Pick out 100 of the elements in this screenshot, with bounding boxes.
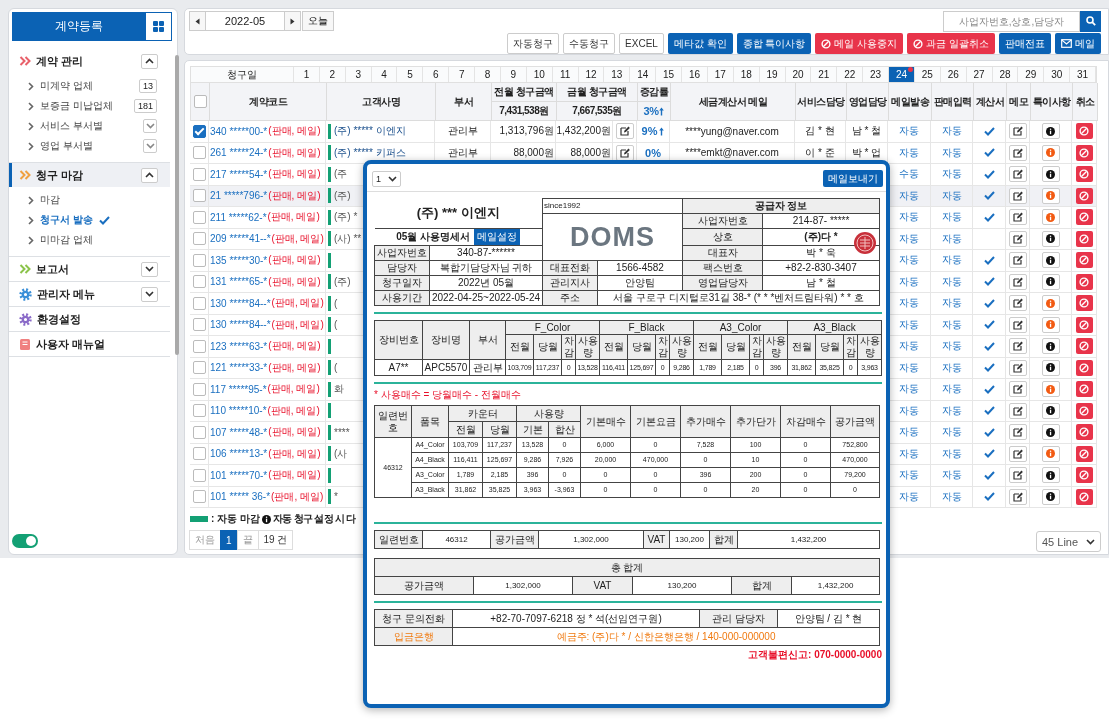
memo-button[interactable]	[1008, 295, 1027, 312]
contract-code-link[interactable]: 107 *****48-*	[210, 426, 268, 438]
cancel-button[interactable]	[1075, 144, 1093, 161]
note-button[interactable]	[1041, 230, 1060, 247]
mode-link[interactable]: 자동	[941, 382, 962, 397]
cancel-button[interactable]	[1075, 295, 1093, 312]
mode-link[interactable]: 자동	[941, 446, 962, 461]
day-tab[interactable]: 10	[526, 67, 553, 82]
checkbox[interactable]	[192, 253, 206, 267]
mode-link[interactable]: 자동	[899, 253, 919, 268]
day-tab[interactable]: 4	[371, 67, 398, 82]
memo-button[interactable]	[1008, 273, 1027, 290]
action-button[interactable]: 메타값 확인	[667, 33, 733, 54]
contract-code-link[interactable]: 217 *****54-*	[210, 168, 268, 180]
mode-link[interactable]: 자동	[941, 489, 962, 504]
cancel-button[interactable]	[1075, 123, 1093, 140]
memo-button[interactable]	[1008, 166, 1027, 183]
day-tab[interactable]: 13	[604, 67, 631, 82]
day-tab[interactable]: 31	[1070, 67, 1096, 82]
day-tab[interactable]: 18	[733, 67, 760, 82]
memo-button[interactable]	[1008, 230, 1027, 247]
mode-link[interactable]: 자동	[899, 124, 919, 139]
cancel-button[interactable]	[1075, 402, 1093, 419]
contract-code-link[interactable]: 340 *****00-*	[210, 125, 268, 137]
mode-link[interactable]: 자동	[899, 425, 919, 440]
mode-link[interactable]: 자동	[941, 296, 962, 311]
contract-code-link[interactable]: 261 *****24-*	[210, 147, 268, 159]
next-button[interactable]	[284, 11, 301, 31]
checkbox[interactable]	[192, 275, 206, 289]
cancel-button[interactable]	[1075, 488, 1093, 505]
menu-section[interactable]: 사용자 매뉴얼	[9, 332, 170, 356]
cancel-button[interactable]	[1075, 187, 1093, 204]
submenu-item[interactable]: 미계약 업체	[40, 79, 133, 93]
expand-button[interactable]	[141, 286, 158, 302]
mode-link[interactable]: 자동	[941, 339, 962, 354]
action-button[interactable]: 메일	[1055, 33, 1101, 54]
mode-link[interactable]: 자동	[899, 317, 919, 332]
submenu-item[interactable]: 서비스 부서별	[40, 119, 137, 133]
page-select[interactable]: 1	[372, 170, 401, 187]
mode-link[interactable]: 자동	[941, 145, 962, 160]
note-button[interactable]	[1041, 488, 1060, 505]
checkbox[interactable]	[192, 468, 206, 482]
mode-link[interactable]: 자동	[899, 296, 919, 311]
mode-link[interactable]: 수동	[899, 167, 919, 182]
contract-code-link[interactable]: 130 *****84--*	[210, 319, 271, 331]
mode-link[interactable]: 자동	[941, 231, 962, 246]
prev-button[interactable]	[189, 11, 206, 31]
checkbox[interactable]	[192, 447, 206, 461]
cancel-button[interactable]	[1075, 273, 1093, 290]
memo-button[interactable]	[1008, 402, 1027, 419]
contract-code-link[interactable]: 110 *****10-*	[210, 405, 267, 417]
checkbox[interactable]	[192, 232, 206, 246]
mode-link[interactable]: 자동	[941, 124, 962, 139]
checkbox[interactable]	[192, 210, 206, 224]
contract-code-link[interactable]: 117 *****95-*	[210, 383, 267, 395]
day-tab[interactable]: 17	[707, 67, 734, 82]
day-tab[interactable]: 6	[423, 67, 450, 82]
checkbox[interactable]	[192, 124, 206, 138]
edit-button[interactable]	[615, 123, 634, 140]
contract-code-link[interactable]: 121 *****33-*	[210, 362, 268, 374]
memo-button[interactable]	[1008, 381, 1027, 398]
edit-button[interactable]	[615, 144, 634, 161]
memo-button[interactable]	[1008, 123, 1027, 140]
search-button[interactable]	[1080, 10, 1101, 32]
cancel-button[interactable]	[1075, 252, 1093, 269]
memo-button[interactable]	[1008, 252, 1027, 269]
mode-link[interactable]: 자동	[899, 360, 919, 375]
contract-code-link[interactable]: 130 *****84--*	[210, 297, 271, 309]
checkbox[interactable]	[192, 167, 206, 181]
note-button[interactable]	[1041, 166, 1060, 183]
mode-link[interactable]: 자동	[899, 489, 919, 504]
mode-link[interactable]: 자동	[899, 210, 919, 225]
mode-link[interactable]: 자동	[941, 274, 962, 289]
mode-link[interactable]: 자동	[899, 468, 919, 483]
contract-code-link[interactable]: 209 *****41--*	[210, 233, 271, 245]
action-button[interactable]: EXCEL	[619, 33, 664, 54]
day-tab[interactable]: 12	[578, 67, 605, 82]
action-button[interactable]: 메일 사용중지	[815, 33, 904, 54]
day-tab[interactable]: 30	[1044, 67, 1071, 82]
day-tab[interactable]: 29	[1018, 67, 1045, 82]
submenu-item[interactable]: 보증금 미납업체	[40, 99, 128, 113]
day-tab[interactable]: 16	[682, 67, 708, 82]
menu-section[interactable]: 청구 마감	[9, 163, 170, 187]
cancel-button[interactable]	[1075, 316, 1093, 333]
memo-button[interactable]	[1008, 187, 1027, 204]
action-button[interactable]: 과금 일괄취소	[907, 33, 995, 54]
memo-button[interactable]	[1008, 338, 1027, 355]
contract-code-link[interactable]: 211 *****62-*	[210, 211, 267, 223]
menu-section[interactable]: 환경설정	[9, 307, 170, 331]
first-page-button[interactable]: 처음	[189, 530, 221, 550]
checkbox[interactable]	[192, 146, 206, 160]
day-tab[interactable]: 20	[785, 67, 812, 82]
contract-code-link[interactable]: 123 *****63-*	[210, 340, 268, 352]
day-tab[interactable]: 1	[294, 67, 320, 82]
day-tab[interactable]: 7	[449, 67, 476, 82]
today-button[interactable]: 오늘	[302, 11, 334, 31]
mode-link[interactable]: 자동	[941, 167, 962, 182]
mode-link[interactable]: 자동	[899, 274, 919, 289]
checkbox[interactable]	[192, 404, 206, 418]
mode-link[interactable]: 자동	[899, 446, 919, 461]
